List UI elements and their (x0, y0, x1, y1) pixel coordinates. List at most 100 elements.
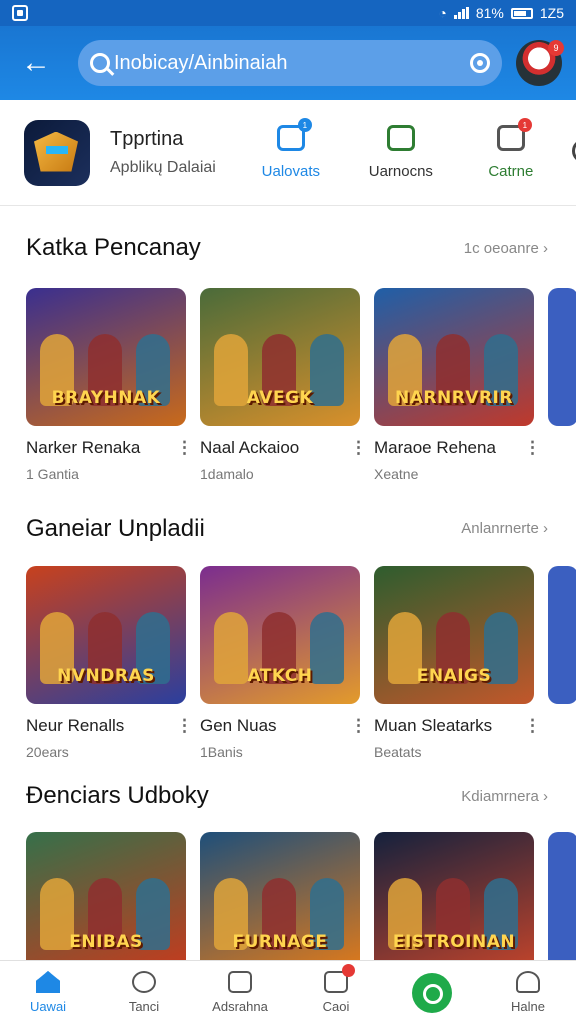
notification-badge: 9 (548, 40, 564, 56)
shield-icon (12, 5, 28, 21)
more-options-icon[interactable]: ⋮ (350, 716, 367, 736)
battery-icon (510, 7, 533, 19)
nav-apps[interactable]: Adsrahna (192, 961, 288, 1024)
section-title: Đenciars Udboky (26, 782, 209, 809)
tab-label: Ualovats (261, 163, 321, 180)
nav-play[interactable] (384, 961, 480, 1024)
see-more-link[interactable]: Kdiamrnera › (461, 788, 548, 805)
game-logo-text: NARNRVRIR (395, 388, 513, 408)
game-thumbnail[interactable]: BRAYHNAK (26, 288, 186, 426)
more-options-icon[interactable]: ⋮ (176, 438, 193, 458)
update-icon: 1 (276, 118, 312, 151)
nav-profile[interactable]: Halne (480, 961, 576, 1024)
search-input[interactable]: Inobicay/Ainbinaiah (114, 52, 470, 75)
mic-icon[interactable] (470, 53, 490, 73)
wifi-icon: ◔ (438, 5, 447, 21)
game-card[interactable]: AVEGK Naal Ackaioo ⋮ 1damalo (200, 288, 367, 482)
profile-icon (516, 971, 540, 993)
clock: 1Z5 (539, 5, 564, 21)
game-thumbnail[interactable]: AVEGK (200, 288, 360, 426)
app-logo-icon[interactable] (24, 119, 90, 186)
search-bar[interactable]: Inobicay/Ainbinaiah (78, 40, 502, 86)
nav-label: Caoi (322, 999, 350, 1014)
apps-icon (228, 971, 252, 993)
game-thumbnail[interactable]: ENAIGS (374, 566, 534, 704)
game-title: Maraoe Rehena (374, 438, 496, 457)
nav-games[interactable]: Caoi (288, 961, 384, 1024)
game-logo-text: BRAYHNAK (51, 388, 161, 408)
card-row: BRAYHNAK Narker Renaka ⋮ 1 Gantia AVEGK Naal … (26, 288, 576, 482)
game-card-peek[interactable] (548, 832, 576, 970)
more-options-icon[interactable]: ⋮ (524, 716, 541, 736)
game-subtitle: 1 Gantia (26, 466, 79, 482)
more-options-icon[interactable]: ⋮ (350, 438, 367, 458)
nav-search[interactable]: Tanci (96, 961, 192, 1024)
game-card[interactable]: EISTROINAN (374, 832, 534, 970)
tab-news[interactable]: Uarnocns (346, 125, 456, 180)
card-row: ENIBAS FURNAGE EISTROINAN (26, 832, 576, 970)
see-more-link[interactable]: 1c oeoanre › (464, 240, 548, 257)
game-subtitle: Xeatne (374, 466, 419, 482)
battery-percent: 81% (475, 5, 504, 21)
nav-label: Halne (511, 999, 545, 1014)
game-title: Neur Renalls (26, 716, 125, 735)
search-icon (90, 53, 110, 73)
game-thumbnail[interactable]: FURNAGE (200, 832, 360, 970)
game-title: Muan Sleatarks (374, 716, 493, 735)
game-thumbnail[interactable]: EISTROINAN (374, 832, 534, 970)
game-thumbnail[interactable] (548, 566, 576, 704)
nav-label: Tanci (128, 999, 160, 1014)
game-card[interactable]: BRAYHNAK Narker Renaka ⋮ 1 Gantia (26, 288, 193, 482)
search-icon (132, 971, 156, 993)
game-card-peek[interactable] (548, 566, 576, 760)
game-logo-text: FURNAGE (232, 932, 328, 952)
game-thumbnail[interactable]: ENIBAS (26, 832, 186, 970)
back-arrow-icon[interactable]: ← (14, 41, 58, 85)
section-title: Katka Pencanay (26, 234, 201, 261)
game-thumbnail[interactable] (548, 288, 576, 426)
tab-games[interactable]: 1 Catrne (456, 118, 566, 180)
game-thumbnail[interactable] (548, 832, 576, 970)
game-subtitle: 20ears (26, 744, 69, 760)
games-icon (324, 964, 355, 993)
game-logo-text: AVEGK (246, 388, 314, 408)
game-title: Narker Renaka (26, 438, 141, 457)
bottom-nav: Uawai Tanci Adsrahna Caoi Halne (0, 960, 576, 1024)
status-bar: ◔ 81% 1Z5 (0, 0, 576, 26)
game-logo-text: ENIBAS (69, 932, 143, 952)
app-name: Tpprtina (110, 128, 184, 150)
tab-label: Catrne (488, 163, 534, 180)
game-card[interactable]: FURNAGE (200, 832, 360, 970)
app-header-row: Tpprtina Apblikų Dalaiai 1 Ualovats Uarn… (0, 100, 576, 206)
game-card[interactable]: ENIBAS (26, 832, 186, 970)
game-title: Gen Nuas (200, 716, 277, 735)
news-icon (386, 125, 415, 151)
game-card[interactable]: ENAIGS Muan Sleatarks ⋮ Beatats (374, 566, 541, 760)
game-thumbnail[interactable]: NARNRVRIR (374, 288, 534, 426)
more-options-icon[interactable]: ⋮ (176, 716, 193, 736)
game-logo-text: NVNDRAS (57, 666, 155, 686)
home-icon (36, 971, 60, 993)
games-icon: 1 (496, 118, 532, 151)
nav-label: Adsrahna (212, 999, 268, 1014)
card-row: NVNDRAS Neur Renalls ⋮ 20ears ATKCH Gen Nuas ⋮… (26, 566, 576, 760)
game-subtitle: 1Banis (200, 744, 243, 760)
game-card[interactable]: NVNDRAS Neur Renalls ⋮ 20ears (26, 566, 193, 760)
game-card[interactable]: NARNRVRIR Maraoe Rehena ⋮ Xeatne (374, 288, 541, 482)
signal-icon (453, 7, 469, 19)
game-card-peek[interactable] (548, 288, 576, 482)
nav-home[interactable]: Uawai (0, 961, 96, 1024)
tab-label: Uarnocns (368, 163, 433, 180)
game-title: Naal Ackaioo (200, 438, 300, 457)
avatar[interactable]: 9 (516, 40, 564, 86)
game-card[interactable]: ATKCH Gen Nuas ⋮ 1Banis (200, 566, 367, 760)
tab-updates[interactable]: 1 Ualovats (236, 118, 346, 180)
game-thumbnail[interactable]: ATKCH (200, 566, 360, 704)
game-thumbnail[interactable]: NVNDRAS (26, 566, 186, 704)
see-more-link[interactable]: Anlanrnerte › (461, 520, 548, 537)
game-subtitle: 1damalo (200, 466, 254, 482)
play-icon (412, 972, 452, 1013)
app-subtitle: Apblikų Dalaiai (110, 159, 216, 176)
game-logo-text: ENAIGS (416, 666, 492, 686)
more-options-icon[interactable]: ⋮ (524, 438, 541, 458)
